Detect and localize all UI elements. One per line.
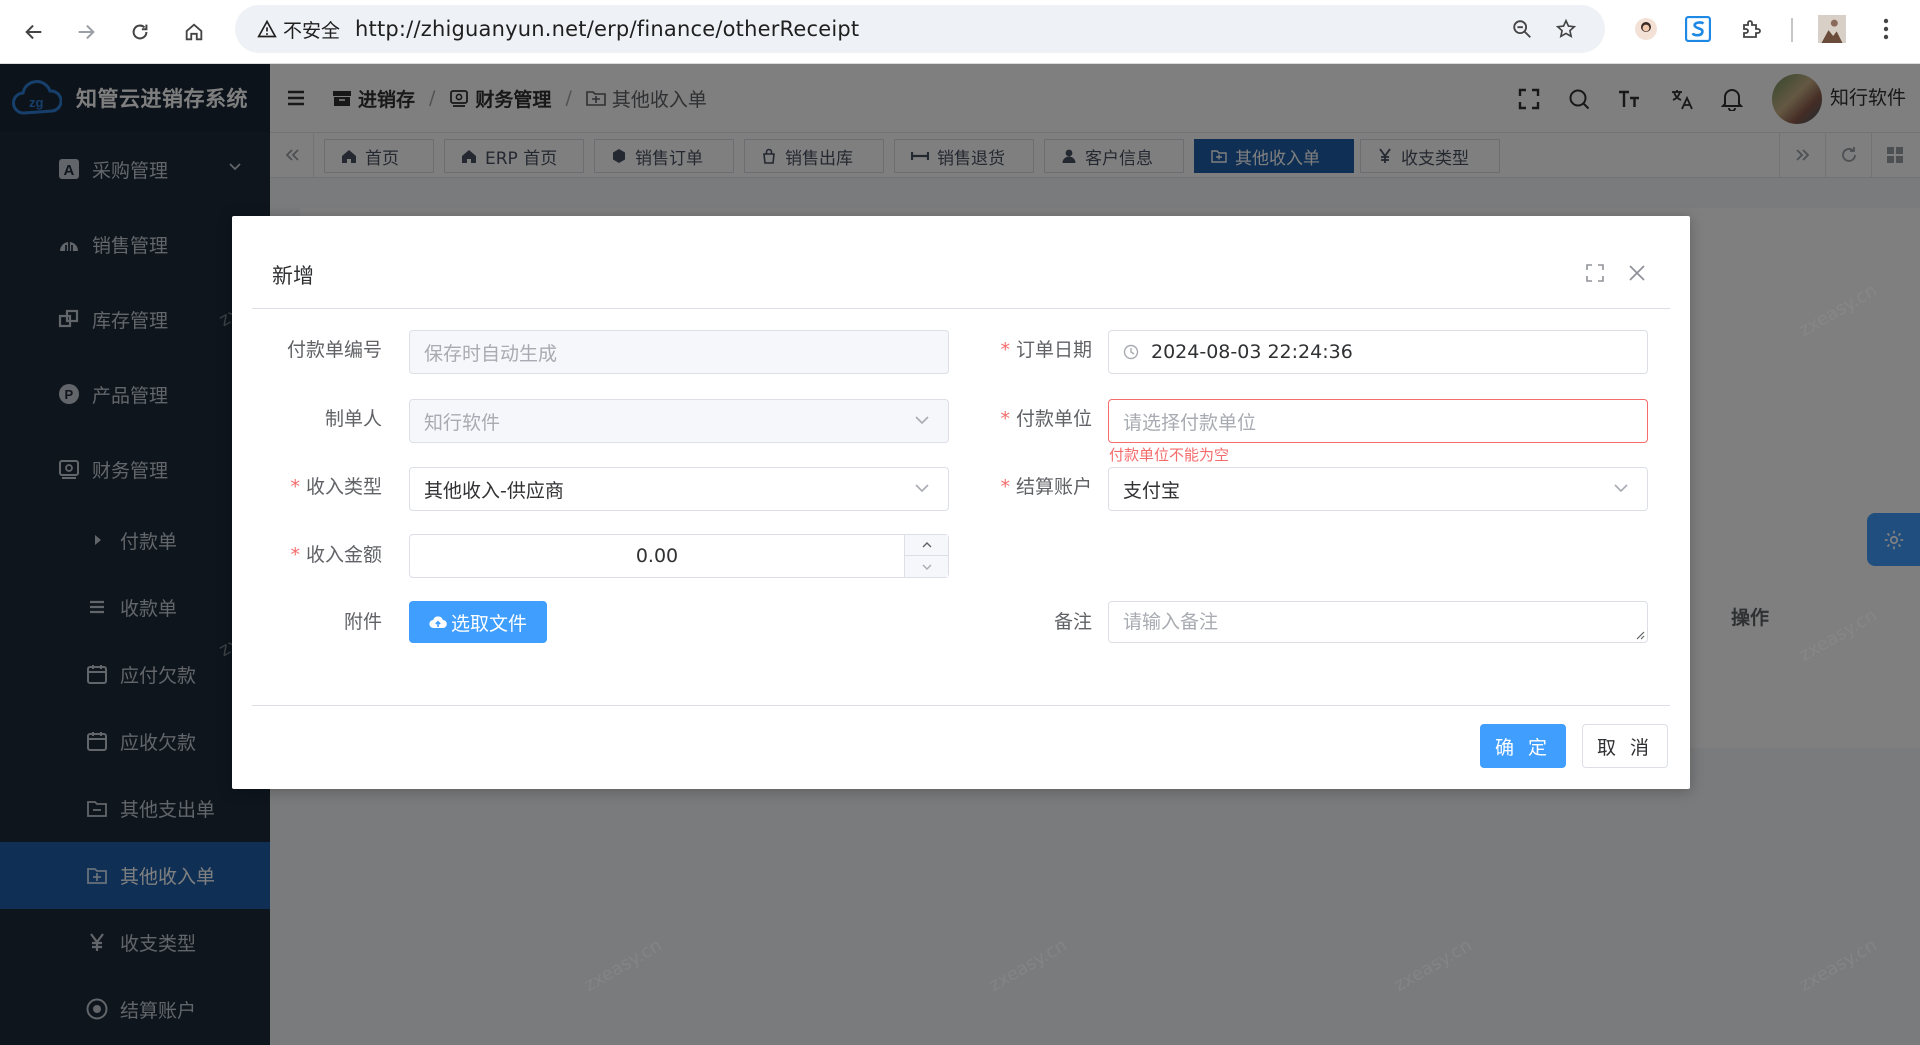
amount-label: * 收入金额 bbox=[290, 544, 382, 566]
home-icon bbox=[185, 23, 203, 41]
income-type-value: 其他收入-供应商 bbox=[424, 479, 564, 502]
cloud-upload-icon bbox=[429, 616, 447, 629]
chevron-down-icon bbox=[915, 416, 929, 425]
dialog-header-divider bbox=[252, 308, 1670, 309]
payment-no-placeholder: 保存时自动生成 bbox=[424, 342, 558, 365]
reload-icon bbox=[132, 24, 148, 40]
s-extension-icon[interactable] bbox=[1682, 13, 1714, 45]
payer-input[interactable]: 请选择付款单位 bbox=[1108, 399, 1648, 443]
select-file-label: 选取文件 bbox=[450, 612, 527, 635]
bookmark-star-icon[interactable] bbox=[1551, 15, 1581, 43]
arrow-left-icon bbox=[25, 24, 42, 40]
income-type-select[interactable]: 其他收入-供应商 bbox=[409, 467, 949, 511]
reload-button[interactable] bbox=[120, 12, 160, 52]
warning-icon bbox=[257, 19, 277, 38]
account-label: * 结算账户 bbox=[1000, 476, 1092, 498]
amount-input[interactable]: 0.00 bbox=[409, 534, 949, 578]
remark-label: 备注 bbox=[1053, 611, 1092, 633]
creator-label: 制单人 bbox=[324, 408, 382, 430]
order-date-value: 2024-08-03 22:24:36 bbox=[1151, 341, 1353, 363]
maximize-icon[interactable] bbox=[1582, 260, 1608, 286]
zoom-icon[interactable] bbox=[1507, 15, 1537, 43]
amount-stepper bbox=[904, 535, 948, 577]
payer-label: * 付款单位 bbox=[1000, 408, 1092, 430]
confirm-button[interactable]: 确 定 bbox=[1480, 724, 1566, 768]
chevron-up-icon bbox=[922, 542, 931, 548]
income-type-label: * 收入类型 bbox=[290, 476, 382, 498]
payment-no-label: 付款单编号 bbox=[286, 339, 382, 361]
attachment-label: 附件 bbox=[343, 611, 382, 633]
order-date-picker[interactable]: 2024-08-03 22:24:36 bbox=[1108, 330, 1648, 374]
back-button[interactable] bbox=[14, 12, 54, 52]
amount-value: 0.00 bbox=[635, 545, 679, 567]
select-file-button[interactable]: 选取文件 bbox=[409, 601, 547, 643]
security-label: 不安全 bbox=[283, 19, 341, 42]
increase-button[interactable] bbox=[905, 535, 948, 556]
decrease-button[interactable] bbox=[905, 556, 948, 577]
cancel-button[interactable]: 取 消 bbox=[1582, 724, 1668, 768]
creator-select: 知行软件 bbox=[409, 399, 949, 443]
home-button[interactable] bbox=[174, 12, 214, 52]
account-select[interactable]: 支付宝 bbox=[1108, 467, 1648, 511]
toolbar-divider bbox=[1791, 18, 1793, 42]
forward-button[interactable] bbox=[66, 12, 106, 52]
security-indicator[interactable]: 不安全 bbox=[247, 13, 350, 45]
browser-toolbar: 不安全 http://zhiguanyun.net/erp/finance/ot… bbox=[0, 0, 1920, 64]
dialog-footer-divider bbox=[252, 705, 1670, 706]
order-date-label: * 订单日期 bbox=[1000, 339, 1092, 361]
more-menu-icon[interactable] bbox=[1870, 13, 1902, 45]
remark-placeholder: 请输入备注 bbox=[1123, 611, 1219, 633]
arrow-right-icon bbox=[78, 24, 95, 40]
payer-error-message: 付款单位不能为空 bbox=[1109, 446, 1230, 464]
creator-value: 知行软件 bbox=[424, 411, 501, 434]
account-value: 支付宝 bbox=[1123, 479, 1181, 502]
url-text[interactable]: http://zhiguanyun.net/erp/finance/otherR… bbox=[355, 5, 859, 53]
profile-extension-icon[interactable] bbox=[1630, 13, 1662, 45]
remark-textarea[interactable]: 请输入备注 bbox=[1108, 601, 1648, 643]
address-bar[interactable]: 不安全 http://zhiguanyun.net/erp/finance/ot… bbox=[235, 5, 1605, 53]
resize-handle-icon[interactable] bbox=[1635, 630, 1645, 640]
chevron-down-icon bbox=[922, 564, 931, 570]
dialog-title: 新增 bbox=[272, 264, 314, 288]
clock-icon bbox=[1123, 344, 1139, 360]
close-icon[interactable] bbox=[1624, 260, 1650, 286]
add-dialog: 新增 付款单编号 保存时自动生成 * 订单日期 2024-08-03 22:24:… bbox=[232, 216, 1690, 789]
payment-no-input: 保存时自动生成 bbox=[409, 330, 949, 374]
chevron-down-icon bbox=[1614, 484, 1628, 493]
payer-placeholder: 请选择付款单位 bbox=[1123, 411, 1257, 434]
account-avatar-icon[interactable] bbox=[1816, 13, 1848, 45]
extensions-puzzle-icon[interactable] bbox=[1736, 13, 1768, 45]
chevron-down-icon bbox=[915, 484, 929, 493]
